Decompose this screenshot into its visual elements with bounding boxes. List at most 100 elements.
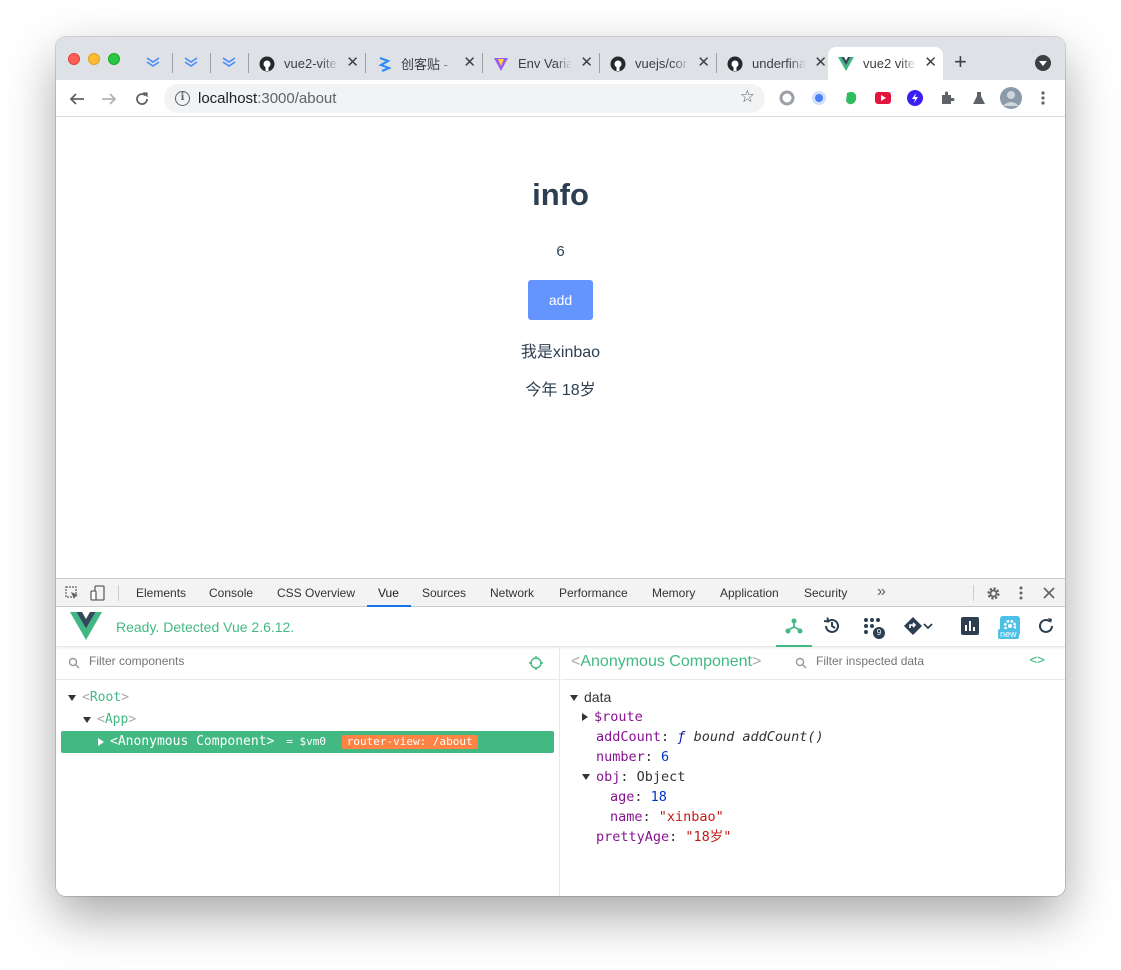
tab-title: underfina (752, 56, 806, 71)
data-row-addcount[interactable]: addCount: ƒ bound addCount() (561, 727, 1065, 747)
layers-icon (184, 57, 198, 67)
forward-button[interactable] (97, 87, 121, 111)
tab-network[interactable]: Network (490, 586, 534, 600)
router-view-badge: router-view: /about (341, 734, 478, 749)
bar-chart-icon (961, 617, 979, 635)
tab-chuangkit[interactable]: 创客贴 - ✕ (366, 47, 482, 80)
close-tab-icon[interactable]: ✕ (814, 55, 827, 71)
data-row-obj[interactable]: obj: Object (561, 767, 1065, 787)
close-tab-icon[interactable]: ✕ (924, 55, 937, 71)
expand-triangle-icon[interactable] (68, 694, 76, 701)
collapse-triangle-icon[interactable] (582, 713, 588, 721)
settings-new-button[interactable]: new (998, 615, 1021, 639)
page-heading: info (532, 177, 589, 212)
site-info-icon[interactable]: i (175, 91, 190, 106)
close-tab-icon[interactable]: ✕ (697, 55, 710, 71)
tab-security[interactable]: Security (804, 586, 847, 600)
tab-css-overview[interactable]: CSS Overview (277, 586, 355, 600)
component-tree-icon (785, 618, 803, 634)
expand-triangle-icon[interactable] (582, 774, 590, 780)
more-tabs-button[interactable]: » (877, 583, 886, 601)
performance-tab-button[interactable] (959, 615, 981, 637)
inspect-element-icon[interactable] (64, 585, 80, 601)
minimize-window-button[interactable] (88, 53, 100, 65)
new-badge: new (998, 629, 1019, 639)
github-icon (610, 56, 626, 72)
extensions-puzzle-icon[interactable] (939, 90, 955, 106)
tab-vue[interactable]: Vue (378, 586, 399, 600)
refresh-icon (1039, 618, 1053, 633)
tab-application[interactable]: Application (720, 586, 779, 600)
filter-inspected-data-input[interactable] (816, 654, 1016, 668)
expand-triangle-icon[interactable] (83, 716, 91, 723)
components-tab-button[interactable] (776, 615, 812, 647)
extension-blue-dot-icon[interactable] (811, 90, 827, 106)
tab-memory[interactable]: Memory (652, 586, 695, 600)
address-bar[interactable]: i localhost:3000/about ☆ (164, 84, 765, 113)
close-window-button[interactable] (68, 53, 80, 65)
reload-button[interactable] (130, 87, 154, 111)
labs-flask-icon[interactable] (971, 90, 987, 106)
vuex-history-button[interactable] (821, 615, 843, 637)
reload-icon (136, 92, 148, 105)
tab-vuejs-core[interactable]: vuejs/cor ✕ (600, 47, 716, 80)
bookmark-star-icon[interactable]: ☆ (740, 87, 755, 107)
vue-logo-icon (70, 612, 102, 640)
tree-node-root[interactable]: <Root> (56, 687, 559, 709)
tab-underfina[interactable]: underfina ✕ (717, 47, 833, 80)
open-in-editor-icon[interactable]: <> (1029, 653, 1045, 668)
tree-node-anonymous-component[interactable]: <Anonymous Component> = $vm0 router-view… (61, 731, 554, 753)
device-toolbar-icon[interactable] (90, 585, 106, 601)
layers-icon (222, 57, 236, 67)
components-pane: <Root> <App> <Anonymous Component> = $vm… (56, 647, 560, 896)
component-filter-row (56, 647, 559, 680)
filter-components-input[interactable] (89, 654, 489, 668)
data-row-route[interactable]: $route (561, 707, 1065, 727)
pinned-tab-3[interactable] (218, 51, 240, 73)
tab-separator (172, 53, 173, 73)
pinned-tab-1[interactable] (142, 51, 164, 73)
component-tree: <Root> <App> <Anonymous Component> = $vm… (56, 687, 559, 753)
tree-node-app[interactable]: <App> (56, 709, 559, 731)
refresh-button[interactable] (1035, 615, 1057, 637)
tab-console[interactable]: Console (209, 586, 253, 600)
data-row-prettyage[interactable]: prettyAge: "18岁" (561, 827, 1065, 847)
chuangkit-icon (376, 56, 392, 72)
chrome-menu-icon[interactable] (1035, 90, 1051, 106)
data-row-number[interactable]: number: 6 (561, 747, 1065, 767)
settings-gear-icon[interactable] (985, 585, 1001, 601)
events-tab-button[interactable]: 9 (861, 615, 885, 639)
close-tab-icon[interactable]: ✕ (346, 55, 359, 71)
collapse-triangle-icon[interactable] (98, 737, 104, 746)
tab-elements[interactable]: Elements (136, 586, 186, 600)
data-section-header[interactable]: data (561, 687, 1065, 707)
routing-tab-button[interactable] (900, 615, 936, 637)
pinned-tab-2[interactable] (180, 51, 202, 73)
tab-sources[interactable]: Sources (422, 586, 466, 600)
close-tab-icon[interactable]: ✕ (463, 55, 476, 71)
tab-vue2-vite-github[interactable]: vue2-vite ✕ (249, 47, 365, 80)
profile-avatar[interactable] (1000, 87, 1022, 109)
close-tab-icon[interactable]: ✕ (580, 55, 593, 71)
tab-title: vue2-vite (284, 56, 337, 71)
back-button[interactable] (65, 87, 89, 111)
video-extension-icon[interactable] (875, 90, 891, 106)
select-component-target-icon[interactable] (529, 656, 543, 670)
evernote-icon[interactable] (843, 90, 859, 106)
tab-title: vuejs/cor (635, 56, 688, 71)
tab-env-variables[interactable]: Env Varia ✕ (483, 47, 599, 80)
tab-vue2-vite-active[interactable]: vue2 vite ✕ (828, 47, 943, 80)
expand-triangle-icon[interactable] (570, 695, 578, 702)
add-button[interactable]: add (528, 280, 593, 320)
data-row-obj-age[interactable]: age: 18 (561, 787, 1065, 807)
data-row-obj-name[interactable]: name: "xinbao" (561, 807, 1065, 827)
extension-circle-icon[interactable] (779, 90, 795, 106)
tab-performance[interactable]: Performance (559, 586, 628, 600)
tab-search-icon[interactable] (1035, 55, 1051, 71)
new-tab-button[interactable]: + (954, 50, 967, 74)
zoom-window-button[interactable] (108, 53, 120, 65)
bolt-extension-icon[interactable] (907, 90, 923, 106)
devtools-menu-icon[interactable] (1013, 585, 1029, 601)
close-devtools-icon[interactable] (1041, 585, 1057, 601)
toolbar-divider (973, 585, 974, 601)
